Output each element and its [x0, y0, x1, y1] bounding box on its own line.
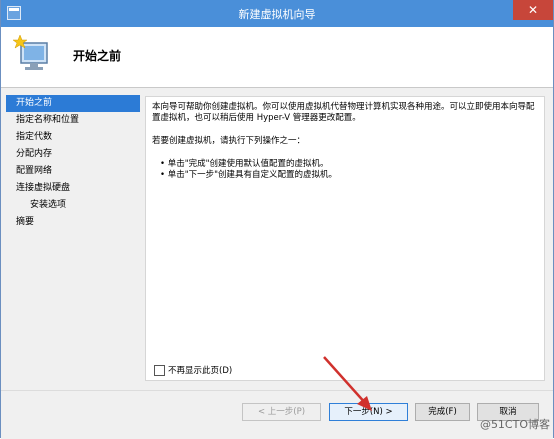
watermark: @51CTO博客: [479, 418, 550, 431]
next-button[interactable]: 下一步(N) >: [329, 403, 408, 421]
intro-text: 本向导可帮助你创建虚拟机。你可以使用虚拟机代替物理计算机实现各种用途。可以立即使…: [152, 102, 535, 123]
dont-show-again-label[interactable]: 不再显示此页(D): [168, 364, 232, 376]
title-bar: 新建虚拟机向导 ✕: [1, 0, 553, 27]
wizard-header: 开始之前: [1, 27, 553, 88]
nav-item-before-you-begin[interactable]: 开始之前: [6, 95, 140, 112]
window-title: 新建虚拟机向导: [238, 8, 316, 21]
nav-item-network[interactable]: 配置网络: [6, 163, 140, 180]
finish-button[interactable]: 完成(F): [415, 403, 470, 421]
dont-show-again-checkbox[interactable]: [154, 365, 165, 376]
nav-item-generation[interactable]: 指定代数: [6, 129, 140, 146]
bullet-next: • 单击"下一步"创建具有自定义配置的虚拟机。: [160, 170, 338, 180]
page-title: 开始之前: [73, 49, 122, 63]
nav-item-summary[interactable]: 摘要: [6, 214, 140, 231]
nav-item-name-location[interactable]: 指定名称和位置: [6, 112, 140, 129]
wizard-footer: < 上一步(P) 下一步(N) > 完成(F) 取消: [1, 390, 553, 439]
previous-button[interactable]: < 上一步(P): [242, 403, 321, 421]
close-button[interactable]: ✕: [513, 0, 553, 20]
wizard-content-panel: 本向导可帮助你创建虚拟机。你可以使用虚拟机代替物理计算机实现各种用途。可以立即使…: [145, 96, 545, 381]
monitor-with-star-icon: [13, 34, 48, 70]
wizard-steps-nav: 开始之前 指定名称和位置 指定代数 分配内存 配置网络 连接虚拟硬盘 安装选项 …: [6, 95, 140, 375]
nav-item-memory[interactable]: 分配内存: [6, 146, 140, 163]
bullet-finish: • 单击"完成"创建使用默认值配置的虚拟机。: [160, 159, 329, 169]
wizard-window: 新建虚拟机向导 ✕ 开始之前 开始之前 指定名称和位置 指定代数 分配内存 配置…: [0, 0, 554, 439]
nav-item-install-options[interactable]: 安装选项: [6, 197, 140, 214]
instruction-text: 若要创建虚拟机，请执行下列操作之一：: [152, 136, 306, 146]
nav-item-virtual-disk[interactable]: 连接虚拟硬盘: [6, 180, 140, 197]
